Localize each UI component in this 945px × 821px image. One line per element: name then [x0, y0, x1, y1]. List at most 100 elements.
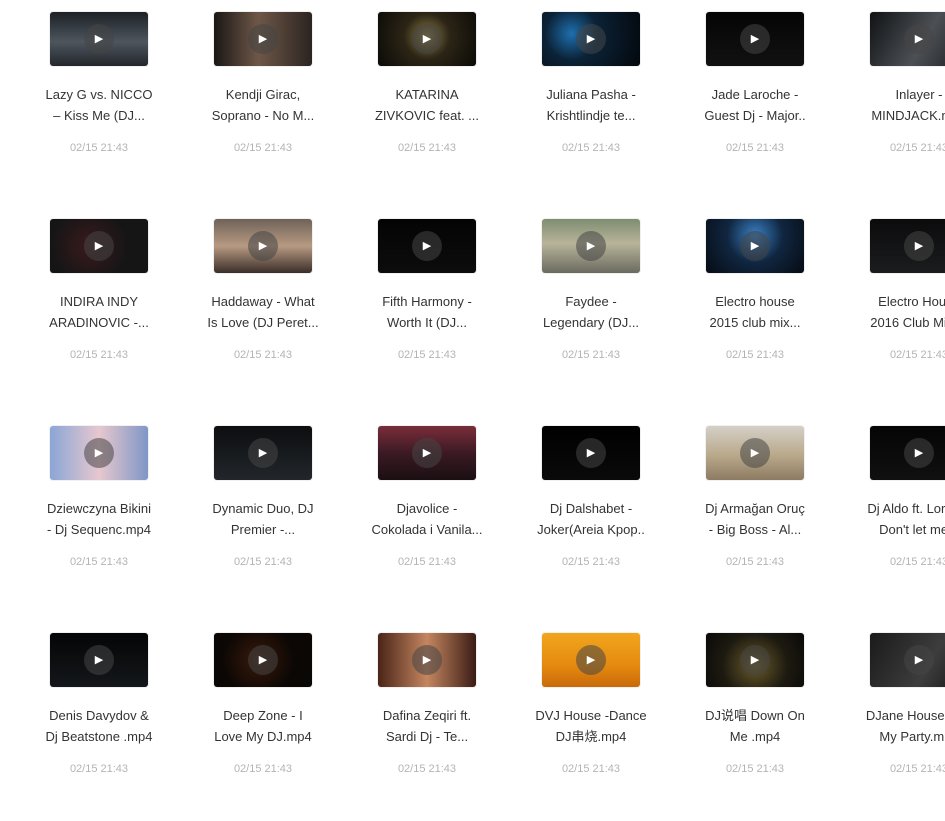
video-title[interactable]: Electro house 2015 club mix... — [681, 291, 829, 333]
video-thumbnail[interactable]: ▶ — [50, 219, 148, 273]
video-thumbnail[interactable]: ▶ — [542, 426, 640, 480]
video-item[interactable]: ▶ Dj Armağan Oruç - Big Boss - Al... 02/15 … — [656, 414, 820, 614]
play-icon[interactable]: ▶ — [740, 24, 770, 54]
play-icon[interactable]: ▶ — [740, 645, 770, 675]
video-title-line1: Kendji Girac, — [225, 87, 301, 102]
video-item[interactable]: ▶ DJ说唱 Down On Me .mp4 02/15 21:43 — [656, 621, 820, 821]
video-title[interactable]: Djavolice - Cokolada i Vanila... — [353, 498, 501, 540]
video-thumbnail[interactable]: ▶ — [378, 633, 476, 687]
video-thumbnail[interactable]: ▶ — [870, 633, 945, 687]
play-icon[interactable]: ▶ — [576, 24, 606, 54]
video-item[interactable]: ▶ Kendji Girac, Soprano - No M... 02/15 21:… — [164, 0, 328, 200]
video-item[interactable]: ▶ Juliana Pasha - Krishtlindje te... 02/15 … — [492, 0, 656, 200]
video-thumbnail[interactable]: ▶ — [870, 12, 945, 66]
play-icon[interactable]: ▶ — [412, 438, 442, 468]
video-thumbnail[interactable]: ▶ — [870, 219, 945, 273]
play-icon[interactable]: ▶ — [576, 645, 606, 675]
video-item[interactable]: ▶ Haddaway - What Is Love (DJ Peret... 02/1… — [164, 207, 328, 407]
video-title-line1: Jade Laroche - — [711, 87, 799, 102]
play-icon[interactable]: ▶ — [576, 231, 606, 261]
play-icon[interactable]: ▶ — [904, 645, 934, 675]
video-title[interactable]: Dafina Zeqiri ft. Sardi Dj - Te... — [353, 705, 501, 747]
video-title[interactable]: Dynamic Duo, DJ Premier -... — [189, 498, 337, 540]
video-title[interactable]: DJ说唱 Down On Me .mp4 — [681, 705, 829, 747]
video-title[interactable]: DVJ House -Dance DJ串烧.mp4 — [517, 705, 665, 747]
play-icon[interactable]: ▶ — [904, 438, 934, 468]
video-thumbnail[interactable]: ▶ — [542, 12, 640, 66]
play-icon[interactable]: ▶ — [412, 24, 442, 54]
video-title[interactable]: Haddaway - What Is Love (DJ Peret... — [189, 291, 337, 333]
video-item[interactable]: ▶ Dj Aldo ft. Lorela - Don't let me... 02/1… — [820, 414, 945, 614]
video-item[interactable]: ▶ Electro house 2015 club mix... 02/15 21:4… — [656, 207, 820, 407]
video-thumbnail[interactable]: ▶ — [214, 426, 312, 480]
video-thumbnail[interactable]: ▶ — [706, 219, 804, 273]
video-thumbnail[interactable]: ▶ — [214, 633, 312, 687]
video-title[interactable]: KATARINA ZIVKOVIC feat. ... — [353, 84, 501, 126]
video-title-line2: Krishtlindje te... — [546, 108, 636, 123]
video-title[interactable]: Fifth Harmony - Worth It (DJ... — [353, 291, 501, 333]
video-item[interactable]: ▶ Faydee - Legendary (DJ... 02/15 21:43 — [492, 207, 656, 407]
video-thumbnail[interactable]: ▶ — [378, 219, 476, 273]
video-title[interactable]: Dj Dalshabet - Joker(Areia Kpop.. — [517, 498, 665, 540]
video-title[interactable]: Dj Aldo ft. Lorela - Don't let me... — [845, 498, 945, 540]
video-item[interactable]: ▶ Dj Dalshabet - Joker(Areia Kpop.. 02/15 2… — [492, 414, 656, 614]
video-thumbnail[interactable]: ▶ — [214, 219, 312, 273]
video-item[interactable]: ▶ Electro House 2016 Club Mix ... 02/15 21:… — [820, 207, 945, 407]
video-title[interactable]: Inlayer - MINDJACK.mp4 — [845, 84, 945, 126]
play-icon[interactable]: ▶ — [248, 24, 278, 54]
video-title[interactable]: Juliana Pasha - Krishtlindje te... — [517, 84, 665, 126]
video-thumbnail[interactable]: ▶ — [378, 426, 476, 480]
video-item[interactable]: ▶ Dynamic Duo, DJ Premier -... 02/15 21:43 — [164, 414, 328, 614]
video-title[interactable]: Dj Armağan Oruç - Big Boss - Al... — [681, 498, 829, 540]
video-item[interactable]: ▶ DVJ House -Dance DJ串烧.mp4 02/15 21:43 — [492, 621, 656, 821]
video-item[interactable]: ▶ Dafina Zeqiri ft. Sardi Dj - Te... 02/15 … — [328, 621, 492, 821]
play-icon[interactable]: ▶ — [248, 645, 278, 675]
play-icon[interactable]: ▶ — [740, 231, 770, 261]
video-item[interactable]: ▶ KATARINA ZIVKOVIC feat. ... 02/15 21:43 — [328, 0, 492, 200]
video-thumbnail[interactable]: ▶ — [542, 633, 640, 687]
video-title[interactable]: Lazy G vs. NICCO – Kiss Me (DJ... — [25, 84, 173, 126]
video-item[interactable]: ▶ Jade Laroche - Guest Dj - Major.. 02/15 2… — [656, 0, 820, 200]
video-thumbnail[interactable]: ▶ — [50, 12, 148, 66]
play-icon[interactable]: ▶ — [84, 231, 114, 261]
video-item[interactable]: ▶ Djavolice - Cokolada i Vanila... 02/15 21… — [328, 414, 492, 614]
video-item[interactable]: ▶ INDIRA INDY ARADINOVIC -... 02/15 21:43 — [0, 207, 164, 407]
play-icon[interactable]: ▶ — [412, 645, 442, 675]
video-item[interactable]: ▶ Deep Zone - I Love My DJ.mp4 02/15 21:43 — [164, 621, 328, 821]
video-item[interactable]: ▶ Denis Davydov & Dj Beatstone .mp4 02/15 2… — [0, 621, 164, 821]
video-thumbnail[interactable]: ▶ — [706, 12, 804, 66]
video-title[interactable]: DJane HouseKat - My Party.mp4 — [845, 705, 945, 747]
play-icon[interactable]: ▶ — [412, 231, 442, 261]
video-item[interactable]: ▶ DJane HouseKat - My Party.mp4 02/15 21:43 — [820, 621, 945, 821]
video-item[interactable]: ▶ Fifth Harmony - Worth It (DJ... 02/15 21:… — [328, 207, 492, 407]
video-item[interactable]: ▶ Lazy G vs. NICCO – Kiss Me (DJ... 02/15 2… — [0, 0, 164, 200]
video-thumbnail[interactable]: ▶ — [378, 12, 476, 66]
play-icon[interactable]: ▶ — [248, 231, 278, 261]
play-icon[interactable]: ▶ — [84, 645, 114, 675]
video-title[interactable]: Jade Laroche - Guest Dj - Major.. — [681, 84, 829, 126]
play-icon[interactable]: ▶ — [904, 24, 934, 54]
video-thumbnail[interactable]: ▶ — [870, 426, 945, 480]
play-icon[interactable]: ▶ — [84, 438, 114, 468]
video-item[interactable]: ▶ Dziewczyna Bikini - Dj Sequenc.mp4 02/15 … — [0, 414, 164, 614]
play-icon[interactable]: ▶ — [576, 438, 606, 468]
play-icon[interactable]: ▶ — [740, 438, 770, 468]
video-title[interactable]: Deep Zone - I Love My DJ.mp4 — [189, 705, 337, 747]
video-thumbnail[interactable]: ▶ — [214, 12, 312, 66]
video-title[interactable]: Electro House 2016 Club Mix ... — [845, 291, 945, 333]
video-title[interactable]: INDIRA INDY ARADINOVIC -... — [25, 291, 173, 333]
video-thumbnail[interactable]: ▶ — [50, 633, 148, 687]
video-thumbnail[interactable]: ▶ — [706, 426, 804, 480]
video-title[interactable]: Kendji Girac, Soprano - No M... — [189, 84, 337, 126]
video-thumbnail[interactable]: ▶ — [706, 633, 804, 687]
play-icon[interactable]: ▶ — [904, 231, 934, 261]
play-icon[interactable]: ▶ — [84, 24, 114, 54]
video-item[interactable]: ▶ Inlayer - MINDJACK.mp4 02/15 21:43 — [820, 0, 945, 200]
video-title[interactable]: Denis Davydov & Dj Beatstone .mp4 — [25, 705, 173, 747]
video-title[interactable]: Dziewczyna Bikini - Dj Sequenc.mp4 — [25, 498, 173, 540]
video-thumbnail[interactable]: ▶ — [50, 426, 148, 480]
video-thumbnail[interactable]: ▶ — [542, 219, 640, 273]
play-icon[interactable]: ▶ — [248, 438, 278, 468]
video-title[interactable]: Faydee - Legendary (DJ... — [517, 291, 665, 333]
video-title-line2: Legendary (DJ... — [542, 315, 640, 330]
